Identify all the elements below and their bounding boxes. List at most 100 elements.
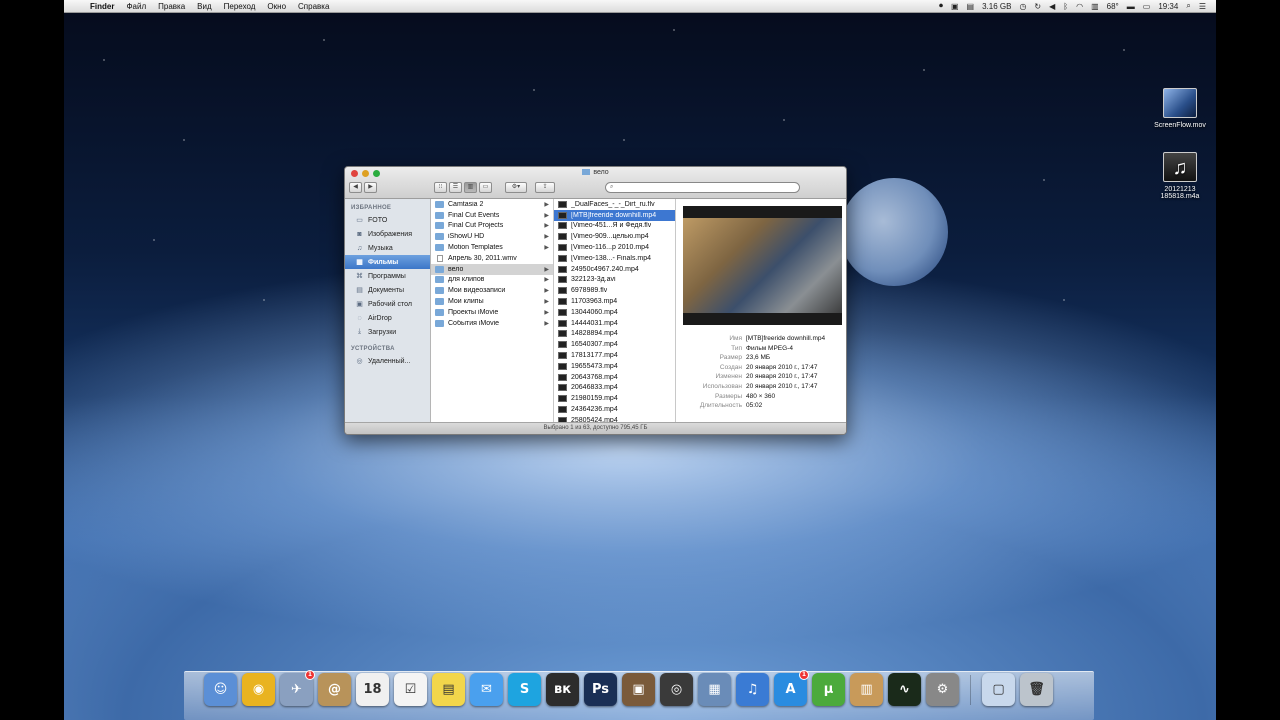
temperature-status[interactable]: 68° xyxy=(1107,2,1119,11)
menu-view[interactable]: Вид xyxy=(191,2,217,11)
list-view-button[interactable]: ☰ xyxy=(449,182,462,193)
coverflow-view-button[interactable]: ▭ xyxy=(479,182,492,193)
screenflow-icon[interactable]: ▣ xyxy=(951,2,959,11)
list-item[interactable]: iShowU HD ▶ xyxy=(431,231,553,242)
list-item[interactable]: 20643768.mp4 xyxy=(554,372,675,383)
sidebar-item[interactable]: ⌘ Программы xyxy=(345,269,430,283)
dock-photoshop-icon[interactable]: Ps xyxy=(584,673,617,706)
list-item[interactable]: 6978989.flv xyxy=(554,285,675,296)
list-item[interactable]: для клипов ▶ xyxy=(431,275,553,286)
dock-utorrent-icon[interactable]: μ xyxy=(812,673,845,706)
share-button[interactable]: ⇪ xyxy=(535,182,555,193)
list-item[interactable]: Motion Templates ▶ xyxy=(431,242,553,253)
list-item[interactable]: [Vimeo-451...Я и Федя.flv xyxy=(554,221,675,232)
bluetooth-icon[interactable]: ᛒ xyxy=(1063,2,1068,11)
sidebar-item[interactable]: ♫ Музыка xyxy=(345,241,430,255)
search-field[interactable]: ⌕ xyxy=(605,182,800,193)
clock[interactable]: 19:34 xyxy=(1158,2,1178,11)
forward-button[interactable]: ▶ xyxy=(364,182,377,193)
list-item[interactable]: 16540307.mp4 xyxy=(554,339,675,350)
desktop-file-mov[interactable]: ScreenFlow.mov xyxy=(1148,88,1212,129)
column-2[interactable]: _DualFaces_-_-_Dirt_ru.flv [MTB]freeride … xyxy=(554,199,676,422)
dock-downloads-stack-icon[interactable]: ▢ xyxy=(982,673,1015,706)
list-item[interactable]: 24950c4967.240.mp4 xyxy=(554,264,675,275)
temperature-icon[interactable]: ▥ xyxy=(1091,2,1099,11)
dock-calendar-icon[interactable]: 18 xyxy=(356,673,389,706)
list-item[interactable]: [Vimeo-909...целью.mp4 xyxy=(554,231,675,242)
list-item[interactable]: Camtasia 2 ▶ xyxy=(431,199,553,210)
list-item[interactable]: [MTB]freeride downhill.mp4 xyxy=(554,209,675,221)
sidebar-item[interactable]: ⤓ Загрузки xyxy=(345,325,430,339)
memory-icon[interactable]: ▤ xyxy=(967,2,975,11)
record-icon[interactable]: ⏺ xyxy=(939,1,943,11)
dock-photo-app-icon[interactable]: ▣ xyxy=(622,673,655,706)
menu-help[interactable]: Справка xyxy=(292,2,335,11)
list-item[interactable]: 24364236.mp4 xyxy=(554,404,675,415)
list-item[interactable]: 322123-3д.avi xyxy=(554,275,675,286)
menu-file[interactable]: Файл xyxy=(120,2,152,11)
menu-app-finder[interactable]: Finder xyxy=(84,2,120,11)
list-item[interactable]: 11703963.mp4 xyxy=(554,296,675,307)
dock-trash-icon[interactable]: 🗑 xyxy=(1020,673,1053,706)
dock-dvd-icon[interactable]: ◎ xyxy=(660,673,693,706)
list-item[interactable]: 17813177.mp4 xyxy=(554,350,675,361)
list-item[interactable]: 14444031.mp4 xyxy=(554,318,675,329)
list-item[interactable]: [Vimeo-116...р 2010.mp4 xyxy=(554,242,675,253)
icon-view-button[interactable]: ⁝⁝ xyxy=(434,182,447,193)
list-item[interactable]: Апрель 30, 2011.wmv xyxy=(431,253,553,264)
sync-icon[interactable]: ↻ xyxy=(1034,2,1041,11)
dock-archive-icon[interactable]: ▥ xyxy=(850,673,883,706)
dock-vk-icon[interactable]: вк xyxy=(546,673,579,706)
list-item[interactable]: Мои видеозаписи ▶ xyxy=(431,285,553,296)
window-titlebar[interactable]: вело ◀ ▶ ⁝⁝ ☰ ▥ ▭ ⚙▾ ⇪ ⌕ xyxy=(345,167,846,199)
list-item[interactable]: 25805424.mp4 xyxy=(554,415,675,422)
notification-center-icon[interactable]: ☰ xyxy=(1199,2,1206,11)
dock-reminders-icon[interactable]: ☑ xyxy=(394,673,427,706)
list-item[interactable]: 19655473.mp4 xyxy=(554,361,675,372)
dock-messages-icon[interactable]: ✉ xyxy=(470,673,503,706)
sidebar-item[interactable]: ▦ Фильмы xyxy=(345,255,430,269)
sidebar-item[interactable]: ▤ Документы xyxy=(345,283,430,297)
wifi-icon[interactable]: ◠ xyxy=(1076,2,1083,11)
list-item[interactable]: Проекты iMovie ▶ xyxy=(431,307,553,318)
list-item[interactable]: Final Cut Events ▶ xyxy=(431,210,553,221)
dock-finder-icon[interactable]: ☺ xyxy=(204,673,237,706)
dock-skype-icon[interactable]: S xyxy=(508,673,541,706)
time-machine-icon[interactable]: ◷ xyxy=(1019,2,1026,11)
sidebar-item[interactable]: ◙ Изображения xyxy=(345,227,430,241)
flag-ru-icon[interactable]: ▬ xyxy=(1127,2,1135,11)
sidebar-item[interactable]: ▭ FOTO xyxy=(345,213,430,227)
dock-itunes-icon[interactable]: ♫ xyxy=(736,673,769,706)
menu-window[interactable]: Окно xyxy=(261,2,292,11)
spotlight-icon[interactable]: ⌕ xyxy=(1186,1,1190,11)
column-view-button[interactable]: ▥ xyxy=(464,182,477,193)
menu-go[interactable]: Переход xyxy=(218,2,262,11)
sidebar-item[interactable]: ◌ AirDrop xyxy=(345,311,430,325)
dock-app-store-icon[interactable]: A1 xyxy=(774,670,809,706)
video-preview-thumbnail[interactable] xyxy=(683,206,842,325)
dock-contacts-icon[interactable]: @ xyxy=(318,673,351,706)
menu-edit[interactable]: Правка xyxy=(152,2,191,11)
list-item[interactable]: События iMovie ▶ xyxy=(431,318,553,329)
dock-stickies-icon[interactable]: ▤ xyxy=(432,673,465,706)
list-item[interactable]: [Vimeo-138...- Finals.mp4 xyxy=(554,253,675,264)
list-item[interactable]: _DualFaces_-_-_Dirt_ru.flv xyxy=(554,199,675,210)
dock-chrome-icon[interactable]: ◉ xyxy=(242,673,275,706)
column-1[interactable]: Camtasia 2 ▶ Final Cut Events ▶ Final Cut Pr… xyxy=(431,199,554,422)
dock-system-prefs-icon[interactable]: ⚙ xyxy=(926,673,959,706)
list-item[interactable]: 14828894.mp4 xyxy=(554,329,675,340)
dock-activity-monitor-icon[interactable]: ∿ xyxy=(888,673,921,706)
dock-xcode-tool-icon[interactable]: ✈ 1 xyxy=(280,670,315,706)
desktop-file-m4a[interactable]: ♫ 20121213 185818.m4a xyxy=(1148,152,1212,200)
back-button[interactable]: ◀ xyxy=(349,182,362,193)
sidebar-item[interactable]: ◎ Удаленный... xyxy=(345,354,430,368)
list-item[interactable]: Final Cut Projects ▶ xyxy=(431,221,553,232)
list-item[interactable]: 21980159.mp4 xyxy=(554,393,675,404)
action-gear-button[interactable]: ⚙▾ xyxy=(505,182,527,193)
volume-icon[interactable]: ◀︎ xyxy=(1049,2,1055,11)
memory-status[interactable]: 3.16 GB xyxy=(982,2,1011,11)
list-item[interactable]: 13044060.mp4 xyxy=(554,307,675,318)
battery-icon[interactable]: ▭ xyxy=(1143,2,1151,11)
dock-preview-icon[interactable]: ▦ xyxy=(698,673,731,706)
list-item[interactable]: Мои клипы ▶ xyxy=(431,296,553,307)
